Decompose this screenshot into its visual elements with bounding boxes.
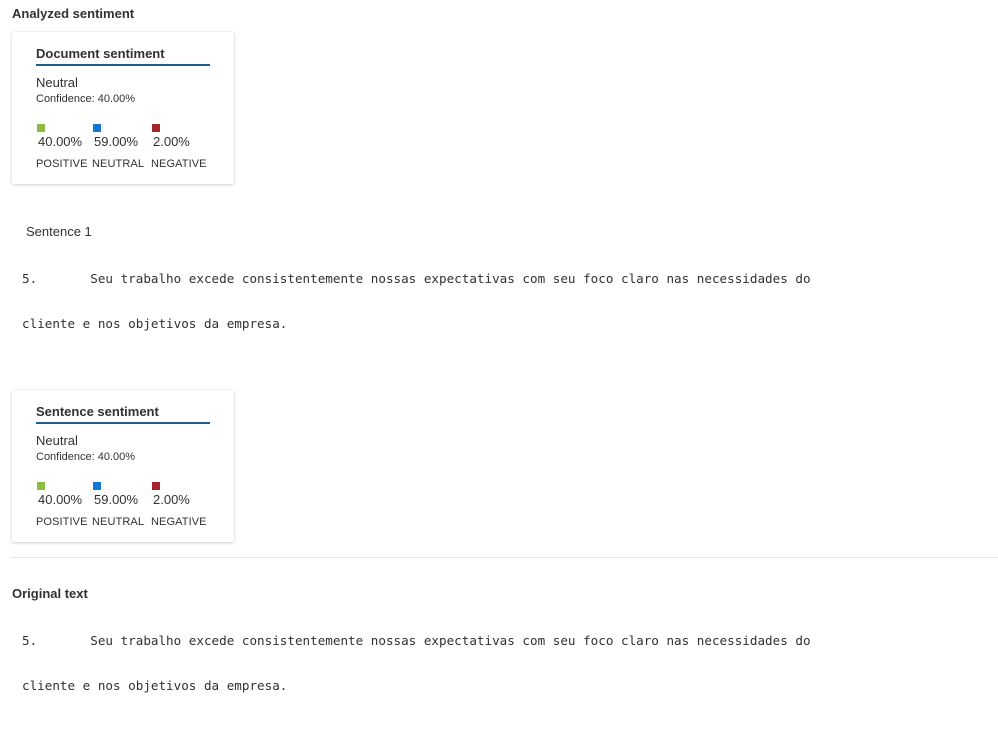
original-text-line-2: cliente e nos objetivos da empresa. (22, 678, 288, 693)
negative-swatch-icon (152, 482, 160, 490)
sentence-sentiment-label: Neutral (36, 433, 78, 448)
original-text-heading: Original text (12, 586, 88, 601)
neutral-value: 59.00% (94, 492, 139, 507)
document-sentiment-label: Neutral (36, 75, 78, 90)
neutral-value: 59.00% (94, 134, 139, 149)
sentence-heading: Sentence 1 (26, 224, 92, 239)
sentence-confidence: Confidence: 40.00% (36, 451, 136, 463)
document-sentiment-title: Document sentiment (36, 46, 210, 66)
positive-label: POSITIVE (36, 516, 88, 528)
document-sentiment-card: Document sentiment Neutral Confidence: 4… (12, 32, 234, 184)
analyzed-sentiment-heading: Analyzed sentiment (12, 6, 135, 21)
document-confidence: Confidence: 40.00% (36, 93, 136, 105)
neutral-label: NEUTRAL (92, 516, 145, 528)
negative-label: NEGATIVE (151, 516, 207, 528)
original-text-line-1: 5. Seu trabalho excede consistentemente … (22, 633, 811, 648)
neutral-swatch-icon (93, 482, 101, 490)
sentence-text-line-1: 5. Seu trabalho excede consistentemente … (22, 271, 811, 286)
neutral-label: NEUTRAL (92, 158, 145, 170)
negative-swatch-icon (152, 124, 160, 132)
negative-value: 2.00% (153, 134, 190, 149)
sentence-sentiment-card: Sentence sentiment Neutral Confidence: 4… (12, 390, 234, 542)
section-divider (10, 557, 998, 558)
positive-value: 40.00% (38, 492, 83, 507)
sentence-sentiment-title: Sentence sentiment (36, 404, 210, 424)
positive-swatch-icon (37, 482, 45, 490)
positive-value: 40.00% (38, 134, 83, 149)
negative-value: 2.00% (153, 492, 190, 507)
sentence-text-line-2: cliente e nos objetivos da empresa. (22, 316, 288, 331)
negative-label: NEGATIVE (151, 158, 207, 170)
positive-swatch-icon (37, 124, 45, 132)
positive-label: POSITIVE (36, 158, 88, 170)
neutral-swatch-icon (93, 124, 101, 132)
